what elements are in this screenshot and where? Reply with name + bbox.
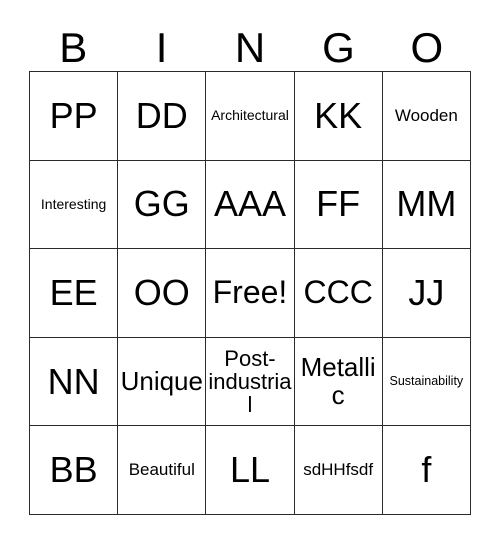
bingo-cell-label: Wooden xyxy=(394,105,458,125)
bingo-cell[interactable]: f xyxy=(382,426,471,515)
bingo-header-letter-i: I xyxy=(155,24,168,71)
bingo-cell[interactable]: PP xyxy=(30,72,119,161)
bingo-cell-label: PP xyxy=(49,94,98,136)
bingo-cell-free[interactable]: Free! xyxy=(206,249,295,338)
bingo-cell-label: KK xyxy=(314,94,363,136)
bingo-cell-label: OO xyxy=(133,271,190,313)
bingo-row: EE OO Free! CCC JJ xyxy=(30,249,471,338)
bingo-cell-label: Interesting xyxy=(40,195,107,212)
bingo-cell[interactable]: LL xyxy=(206,426,295,515)
bingo-cell-label: LL xyxy=(229,449,270,491)
bingo-row: Interesting GG AAA FF MM xyxy=(30,160,471,250)
bingo-cell[interactable]: FF xyxy=(294,160,383,250)
bingo-cell[interactable]: NN xyxy=(30,337,119,427)
bingo-cell-label: Sustainability xyxy=(389,373,464,388)
bingo-cell-label: Metallic xyxy=(300,352,376,410)
bingo-cell[interactable]: Interesting xyxy=(30,160,119,250)
bingo-cell-label: Architectural xyxy=(211,107,289,124)
bingo-cell-label: BB xyxy=(49,449,98,491)
bingo-row: NN Unique Post-industrial Metallic Susta… xyxy=(30,337,471,427)
bingo-cell[interactable]: OO xyxy=(118,249,207,338)
bingo-header-letter-b: B xyxy=(59,24,88,71)
bingo-cell-label: EE xyxy=(49,271,98,313)
bingo-cell-label: CCC xyxy=(303,274,373,311)
bingo-row: PP DD Architectural KK Wooden xyxy=(30,72,471,161)
bingo-header-letter-n: N xyxy=(234,24,266,71)
bingo-cell[interactable]: KK xyxy=(294,72,383,161)
bingo-cell[interactable]: Beautiful xyxy=(118,426,207,515)
bingo-cell-label: f xyxy=(421,449,432,491)
bingo-cell-label: FF xyxy=(316,183,361,225)
bingo-cell[interactable]: Sustainability xyxy=(382,337,471,427)
bingo-cell-label: Post-industrial xyxy=(208,345,292,418)
bingo-cell-label: Unique xyxy=(120,365,203,396)
bingo-cell-label: sdHHfsdf xyxy=(303,460,374,480)
bingo-cell[interactable]: Post-industrial xyxy=(206,337,295,427)
bingo-cell-label: GG xyxy=(133,183,190,225)
bingo-cell[interactable]: Architectural xyxy=(206,72,295,161)
bingo-cell[interactable]: sdHHfsdf xyxy=(294,426,383,515)
bingo-cell-label: NN xyxy=(47,360,100,402)
bingo-cell[interactable]: DD xyxy=(118,72,207,161)
bingo-cell-label: AAA xyxy=(213,183,286,225)
bingo-cell-label: DD xyxy=(135,94,188,136)
bingo-cell-label: JJ xyxy=(408,271,445,313)
bingo-header-row: B I N G O xyxy=(29,14,471,71)
bingo-cell[interactable]: BB xyxy=(30,426,119,515)
bingo-cell[interactable]: Wooden xyxy=(382,72,471,161)
bingo-cell[interactable]: JJ xyxy=(382,249,471,338)
bingo-header-letter-g: G xyxy=(322,24,355,71)
bingo-cell[interactable]: MM xyxy=(382,160,471,250)
bingo-row: BB Beautiful LL sdHHfsdf f xyxy=(30,426,471,515)
bingo-cell[interactable]: Metallic xyxy=(294,337,383,427)
bingo-grid: PP DD Architectural KK Wooden Interestin… xyxy=(29,71,471,515)
bingo-header-letter-o: O xyxy=(410,24,444,71)
bingo-cell-label: Beautiful xyxy=(128,460,195,480)
bingo-cell[interactable]: EE xyxy=(30,249,119,338)
bingo-card: B I N G O PP DD Architectural KK Wooden … xyxy=(29,14,471,515)
bingo-cell-label: Free! xyxy=(212,274,288,311)
bingo-cell[interactable]: Unique xyxy=(118,337,207,427)
bingo-cell-label: MM xyxy=(396,183,457,225)
bingo-cell[interactable]: CCC xyxy=(294,249,383,338)
bingo-cell[interactable]: GG xyxy=(118,160,207,250)
bingo-cell[interactable]: AAA xyxy=(206,160,295,250)
